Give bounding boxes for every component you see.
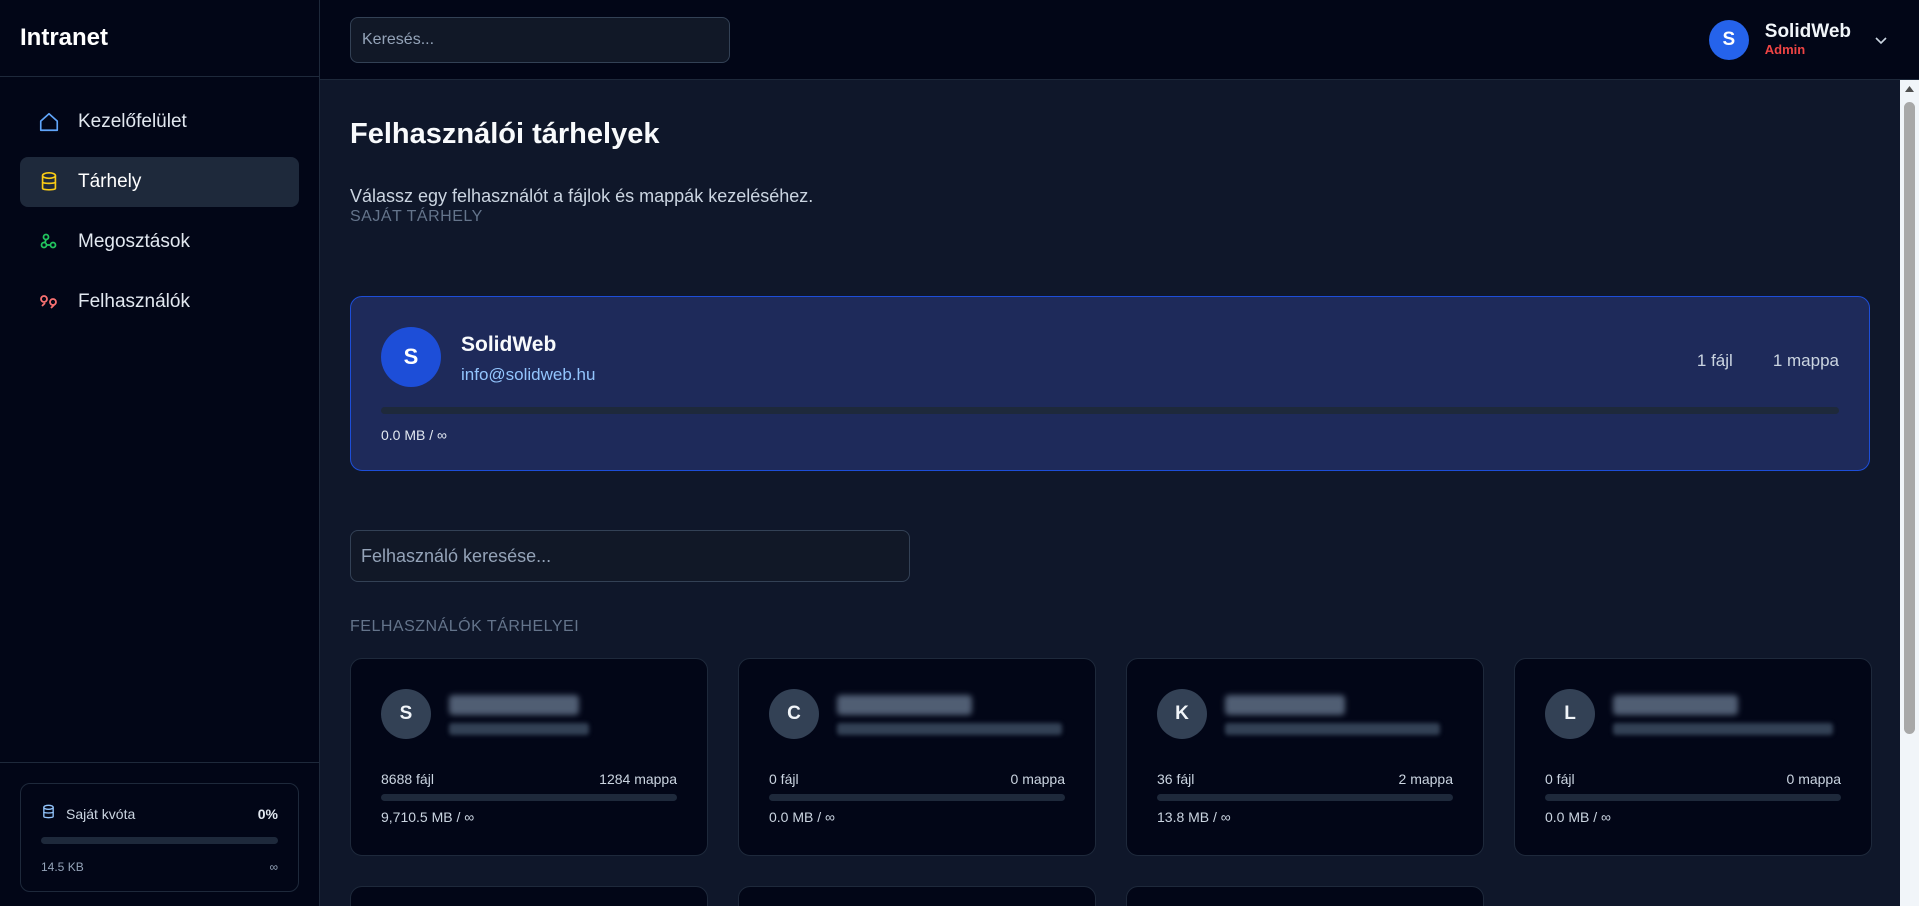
own-storage-size: 0.0 MB / ∞ (381, 427, 448, 443)
sidebar-item-storage[interactable]: Tárhely (20, 157, 299, 207)
avatar: S (1708, 20, 1749, 60)
user-search-input[interactable] (350, 530, 910, 582)
search-input[interactable] (350, 17, 730, 63)
sidebar-item-label: Tárhely (78, 171, 142, 192)
quota-percent: 0% (257, 805, 278, 822)
scrollbar-thumb[interactable] (1904, 102, 1915, 734)
user-role-badge: Admin (1764, 42, 1806, 58)
database-icon (41, 804, 56, 823)
avatar: S (381, 327, 441, 387)
own-storage-label: SAJÁT TÁRHELY (350, 208, 483, 225)
sidebar-item-label: Kezelőfelület (78, 111, 187, 132)
users-icon (38, 291, 60, 313)
quota-label: Saját kvóta (66, 805, 136, 822)
file-count: 8688 fájl (381, 771, 434, 787)
storage-size: 0.0 MB / ∞ (1545, 809, 1612, 825)
sidebar-item-users[interactable]: Felhasználók (20, 277, 299, 327)
database-icon (38, 171, 60, 193)
quota-card: Saját kvóta 0% 14.5 KB ∞ (20, 783, 299, 892)
user-menu[interactable]: S SolidWeb Admin (1708, 20, 1889, 60)
quota-used: 14.5 KB (41, 860, 84, 874)
avatar: K (1157, 689, 1207, 739)
avatar: C (769, 689, 819, 739)
user-storage-card[interactable]: L 0 fájl 0 mappa 0.0 MB / ∞ (1514, 658, 1872, 856)
redacted-email (1613, 723, 1833, 735)
file-count: 0 fájl (1545, 771, 1575, 787)
sidebar: Intranet Kezelőfelület Tárhely Megosztás… (0, 0, 320, 906)
sidebar-nav: Kezelőfelület Tárhely Megosztások Felhas… (0, 77, 319, 327)
sidebar-item-dashboard[interactable]: Kezelőfelület (20, 97, 299, 147)
chevron-down-icon (1875, 37, 1887, 45)
redacted-name (837, 695, 972, 715)
quota-limit: ∞ (269, 860, 278, 874)
storage-progress-bar (1545, 794, 1841, 801)
redacted-email (449, 723, 589, 735)
own-storage-email: info@solidweb.hu (461, 365, 596, 384)
user-storage-card[interactable] (738, 886, 1096, 906)
own-storage-name: SolidWeb (461, 333, 557, 356)
main-content: Felhasználói tárhelyek Válassz egy felha… (320, 80, 1900, 906)
storage-progress-bar (381, 794, 677, 801)
redacted-email (837, 723, 1062, 735)
page-title: Felhasználói tárhelyek (350, 118, 660, 150)
redacted-name (1225, 695, 1345, 715)
storage-progress-bar (1157, 794, 1453, 801)
redacted-email (1225, 723, 1440, 735)
file-count: 36 fájl (1157, 771, 1195, 787)
own-folder-count: 1 mappa (1772, 351, 1839, 370)
storage-size: 13.8 MB / ∞ (1157, 809, 1231, 825)
user-name: SolidWeb (1764, 21, 1851, 43)
redacted-name (1613, 695, 1738, 715)
user-storage-card[interactable]: C 0 fájl 0 mappa 0.0 MB / ∞ (738, 658, 1096, 856)
storage-size: 0.0 MB / ∞ (769, 809, 836, 825)
quota-section: Saját kvóta 0% 14.5 KB ∞ (0, 762, 319, 906)
top-header: S SolidWeb Admin (320, 0, 1919, 80)
folder-count: 0 mappa (1786, 771, 1841, 787)
user-storage-card[interactable]: K 36 fájl 2 mappa 13.8 MB / ∞ (1126, 658, 1484, 856)
sidebar-item-label: Megosztások (78, 231, 190, 252)
own-storage-card[interactable]: S SolidWeb info@solidweb.hu 1 fájl 1 map… (350, 296, 1870, 471)
avatar: L (1545, 689, 1595, 739)
quota-progress-bar (41, 837, 278, 844)
users-storage-label: FELHASZNÁLÓK TÁRHELYEI (350, 618, 580, 635)
avatar: S (381, 689, 431, 739)
user-storage-card[interactable]: S 8688 fájl 1284 mappa 9,710.5 MB / ∞ (350, 658, 708, 856)
file-count: 0 fájl (769, 771, 799, 787)
sidebar-item-shares[interactable]: Megosztások (20, 217, 299, 267)
scroll-up-arrow-icon[interactable] (1900, 80, 1919, 98)
own-file-count: 1 fájl (1696, 351, 1733, 370)
user-storage-card[interactable] (1126, 886, 1484, 906)
folder-count: 0 mappa (1010, 771, 1065, 787)
folder-count: 2 mappa (1398, 771, 1453, 787)
redacted-name (449, 695, 579, 715)
sidebar-item-label: Felhasználók (78, 291, 190, 312)
storage-size: 9,710.5 MB / ∞ (381, 809, 475, 825)
storage-progress-bar (769, 794, 1065, 801)
brand-title[interactable]: Intranet (0, 0, 319, 77)
folder-count: 1284 mappa (599, 771, 677, 787)
home-icon (38, 111, 60, 133)
share-icon (38, 231, 60, 253)
page-subtitle: Válassz egy felhasználót a fájlok és map… (350, 186, 814, 206)
own-storage-progress-bar (381, 407, 1839, 414)
user-storage-card[interactable] (350, 886, 708, 906)
